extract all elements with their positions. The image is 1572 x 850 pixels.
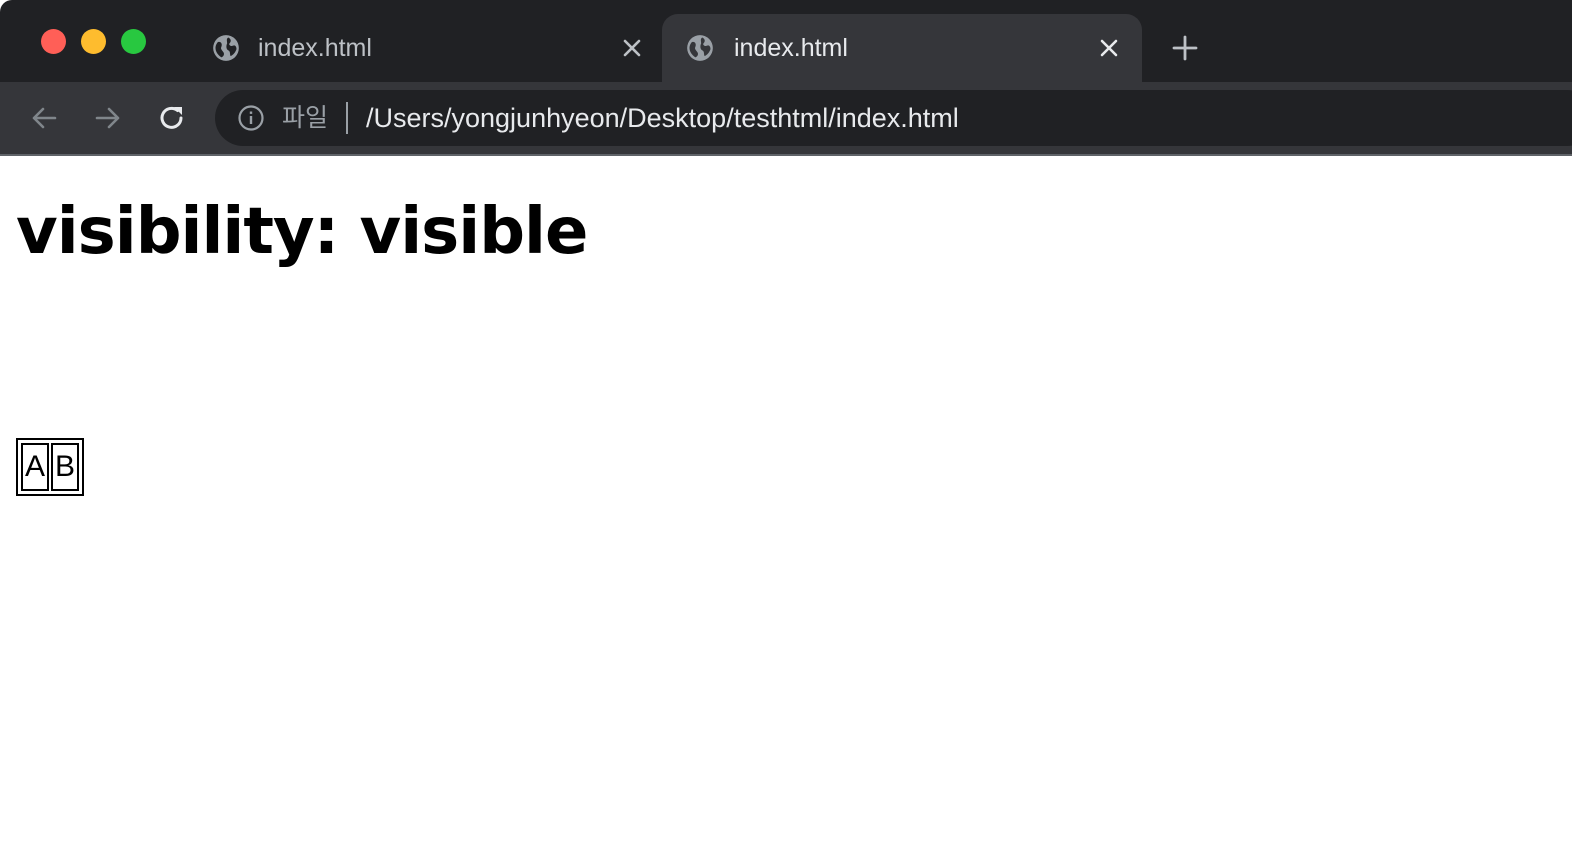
toolbar: 파일 /Users/yongjunhyeon/Desktop/testhtml/… (0, 82, 1572, 154)
url-text[interactable]: /Users/yongjunhyeon/Desktop/testhtml/ind… (366, 103, 959, 133)
page-content: visibility: visible A B (0, 156, 1572, 850)
close-icon[interactable] (1098, 37, 1120, 59)
reload-icon[interactable] (156, 102, 188, 134)
address-bar[interactable]: 파일 /Users/yongjunhyeon/Desktop/testhtml/… (215, 90, 1572, 146)
address-divider (346, 102, 348, 134)
scheme-label: 파일 (282, 104, 329, 132)
plus-icon[interactable] (1170, 33, 1200, 63)
info-icon[interactable] (237, 104, 265, 132)
close-icon[interactable] (621, 37, 643, 59)
tab-index-html-2[interactable]: index.html (662, 14, 1142, 82)
window-close-button[interactable] (41, 29, 66, 54)
tab-index-html-1[interactable]: index.html (188, 14, 660, 82)
arrow-right-icon[interactable] (92, 102, 124, 134)
arrow-left-icon[interactable] (28, 102, 60, 134)
table-cell: A (21, 443, 49, 491)
tab-strip: index.html index.html (0, 0, 1572, 82)
window-zoom-button[interactable] (121, 29, 146, 54)
page-heading: visibility: visible (16, 195, 588, 269)
table-cell: B (51, 443, 79, 491)
globe-icon (213, 35, 239, 61)
tab-title: index.html (734, 34, 848, 62)
tab-title: index.html (258, 34, 372, 62)
demo-table: A B (16, 438, 84, 496)
browser-window: index.html index.html 파일 /Users/yongjunh… (0, 0, 1572, 850)
globe-icon (687, 35, 713, 61)
window-minimize-button[interactable] (81, 29, 106, 54)
